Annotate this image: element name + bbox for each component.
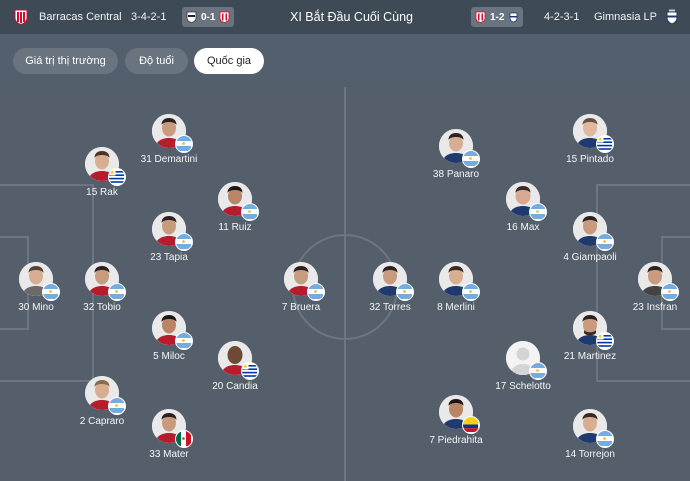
argentina-flag-icon bbox=[462, 283, 480, 301]
barracas-central-logo-icon bbox=[14, 9, 28, 26]
player-name: 14 Torrejon bbox=[565, 449, 615, 460]
player-card[interactable]: 17 Schelotto bbox=[478, 341, 568, 401]
home-last-match-score[interactable]: 0-1 bbox=[182, 7, 235, 27]
away-last-match-score[interactable]: 1-2 bbox=[471, 7, 524, 27]
tab-age[interactable]: Độ tuổi bbox=[125, 48, 188, 74]
player-name: 38 Panaro bbox=[432, 169, 480, 180]
argentina-flag-icon bbox=[596, 430, 614, 448]
match-header: Barracas Central 3-4-2-1 0-1 XI Bắt Đầu … bbox=[0, 0, 690, 34]
gimnasia-logo-icon bbox=[508, 11, 519, 23]
away-team-name: Gimnasia LP bbox=[594, 11, 657, 23]
opponent-logo-icon bbox=[475, 11, 486, 23]
argentina-flag-icon bbox=[241, 203, 259, 221]
away-team[interactable]: Gimnasia LP bbox=[594, 0, 679, 34]
uruguay-flag-icon bbox=[596, 332, 614, 350]
player-card[interactable]: 7 Bruera bbox=[256, 262, 346, 322]
home-team-name: Barracas Central bbox=[39, 11, 122, 23]
player-card[interactable]: 20 Candia bbox=[190, 341, 280, 401]
score-text: 1-2 bbox=[490, 11, 505, 23]
argentina-flag-icon bbox=[175, 233, 193, 251]
player-card[interactable]: 8 Merlini bbox=[411, 262, 501, 322]
argentina-flag-icon bbox=[529, 362, 547, 380]
player-name: 8 Merlini bbox=[437, 302, 475, 313]
uruguay-flag-icon bbox=[241, 362, 259, 380]
argentina-flag-icon bbox=[175, 135, 193, 153]
lineup-view-tabs: Giá trị thị trường Độ tuổi Quốc gia bbox=[0, 34, 690, 87]
player-card[interactable]: 14 Torrejon bbox=[545, 409, 635, 469]
argentina-flag-icon bbox=[108, 283, 126, 301]
page-title: XI Bắt Đầu Cuối Cùng bbox=[290, 10, 413, 24]
barracas-central-logo-icon bbox=[219, 11, 230, 23]
away-formation: 4-2-3-1 bbox=[544, 11, 580, 23]
player-card[interactable]: 7 Piedrahita bbox=[411, 395, 501, 455]
player-name: 15 Rak bbox=[86, 187, 118, 198]
player-card[interactable]: 15 Rak bbox=[57, 147, 147, 207]
player-name: 17 Schelotto bbox=[495, 381, 551, 392]
home-formation: 3-4-2-1 bbox=[131, 11, 167, 23]
player-name: 7 Piedrahita bbox=[429, 435, 483, 446]
player-card[interactable]: 38 Panaro bbox=[411, 129, 501, 189]
player-card[interactable]: 33 Mater bbox=[124, 409, 214, 469]
home-team[interactable]: Barracas Central bbox=[14, 0, 122, 34]
tab-nationality[interactable]: Quốc gia bbox=[194, 48, 264, 74]
player-name: 15 Pintado bbox=[566, 154, 614, 165]
argentina-flag-icon bbox=[307, 283, 325, 301]
colombia-flag-icon bbox=[462, 416, 480, 434]
argentina-flag-icon bbox=[462, 150, 480, 168]
gimnasia-logo-icon bbox=[665, 9, 679, 25]
player-name: 33 Mater bbox=[149, 449, 189, 460]
player-name: 7 Bruera bbox=[281, 302, 321, 313]
argentina-flag-icon bbox=[596, 233, 614, 251]
player-card[interactable]: 15 Pintado bbox=[545, 114, 635, 174]
uruguay-flag-icon bbox=[108, 168, 126, 186]
tab-market-value[interactable]: Giá trị thị trường bbox=[13, 48, 118, 74]
argentina-flag-icon bbox=[661, 283, 679, 301]
player-name: 20 Candia bbox=[212, 381, 258, 392]
score-text: 0-1 bbox=[201, 11, 216, 23]
uruguay-flag-icon bbox=[596, 135, 614, 153]
opponent-logo-icon bbox=[186, 11, 197, 23]
lineup-pitch: 31 Demartini 15 Rak 11 Ruiz 23 Tapia 30 … bbox=[0, 87, 690, 481]
mexico-flag-icon bbox=[175, 430, 193, 448]
